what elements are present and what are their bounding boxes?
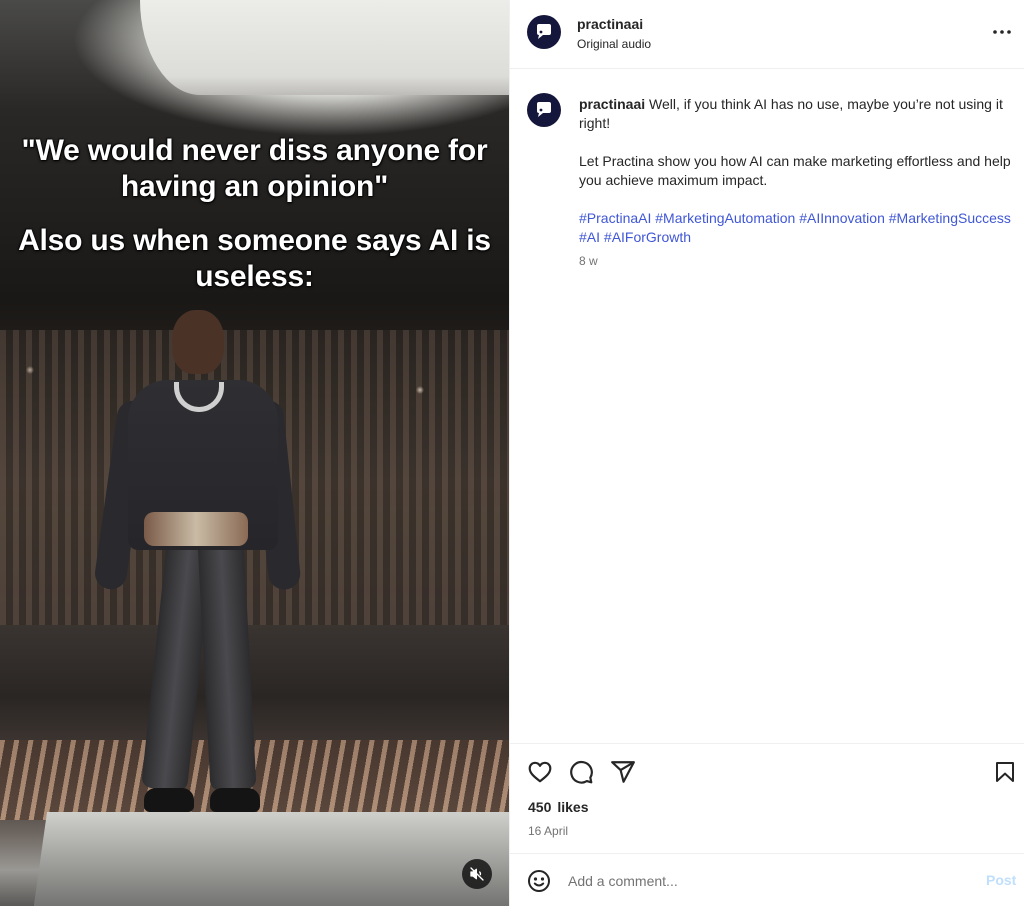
practina-logo-icon — [537, 24, 551, 39]
caption-text-pitch: Let Practina show you how AI can make ma… — [579, 153, 1011, 188]
emoji-icon — [528, 870, 550, 892]
hashtag-list: #PractinaAI #MarketingAutomation #AIInno… — [579, 209, 1011, 247]
comment-input[interactable] — [568, 870, 968, 892]
paper-plane-icon — [611, 761, 635, 783]
speaker-muted-icon — [470, 867, 484, 881]
hashtag-link[interactable]: #PractinaAI — [579, 210, 651, 226]
heart-icon — [528, 761, 552, 783]
likes-label: likes — [557, 799, 589, 815]
hashtag-link[interactable]: #MarketingAutomation — [655, 210, 795, 226]
more-horizontal-icon — [993, 30, 1011, 34]
venue-ceiling — [140, 0, 509, 95]
post-header: practinaai Original audio — [510, 0, 1024, 69]
comment-icon — [570, 760, 593, 784]
likes-number: 450 — [528, 799, 552, 815]
share-button[interactable] — [609, 758, 637, 786]
post-date[interactable]: 16 April — [528, 824, 568, 838]
video-caption-punchline: Also us when someone says AI is useless: — [18, 224, 491, 293]
performer-figure — [92, 300, 302, 830]
post-video[interactable]: "We would never diss anyone for having a… — [0, 0, 509, 906]
hashtag-link[interactable]: #AIForGrowth — [604, 229, 691, 245]
post-age[interactable]: 8 w — [579, 254, 598, 268]
avatar[interactable] — [527, 93, 561, 127]
mute-button[interactable] — [462, 859, 492, 889]
audio-label[interactable]: Original audio — [577, 37, 651, 51]
like-button[interactable] — [526, 758, 554, 786]
post-viewer: "We would never diss anyone for having a… — [0, 0, 1024, 906]
add-comment-bar: Post — [510, 853, 1024, 906]
more-options-button[interactable] — [990, 22, 1014, 42]
likes-count[interactable]: 450 likes — [528, 799, 589, 815]
hashtag-link[interactable]: #AIInnovation — [799, 210, 885, 226]
bookmark-icon — [996, 762, 1014, 782]
avatar[interactable] — [527, 15, 561, 49]
caption-body: practinaai Well, if you think AI has no … — [579, 95, 1011, 266]
post-comment-button[interactable]: Post — [986, 872, 1016, 888]
post-side-panel: practinaai Original audio practinaai Wel… — [509, 0, 1024, 906]
video-caption-quote: "We would never diss anyone for having a… — [21, 134, 488, 203]
comment-username[interactable]: practinaai — [579, 96, 645, 112]
hashtag-link[interactable]: #AI — [579, 229, 600, 245]
save-button[interactable] — [991, 758, 1019, 786]
hashtag-link[interactable]: #MarketingSuccess — [889, 210, 1011, 226]
practina-logo-icon — [537, 102, 551, 117]
comment-button[interactable] — [567, 758, 595, 786]
action-bar: 450 likes 16 April — [510, 743, 1024, 853]
header-username[interactable]: practinaai — [577, 16, 643, 32]
emoji-button[interactable] — [525, 867, 553, 895]
